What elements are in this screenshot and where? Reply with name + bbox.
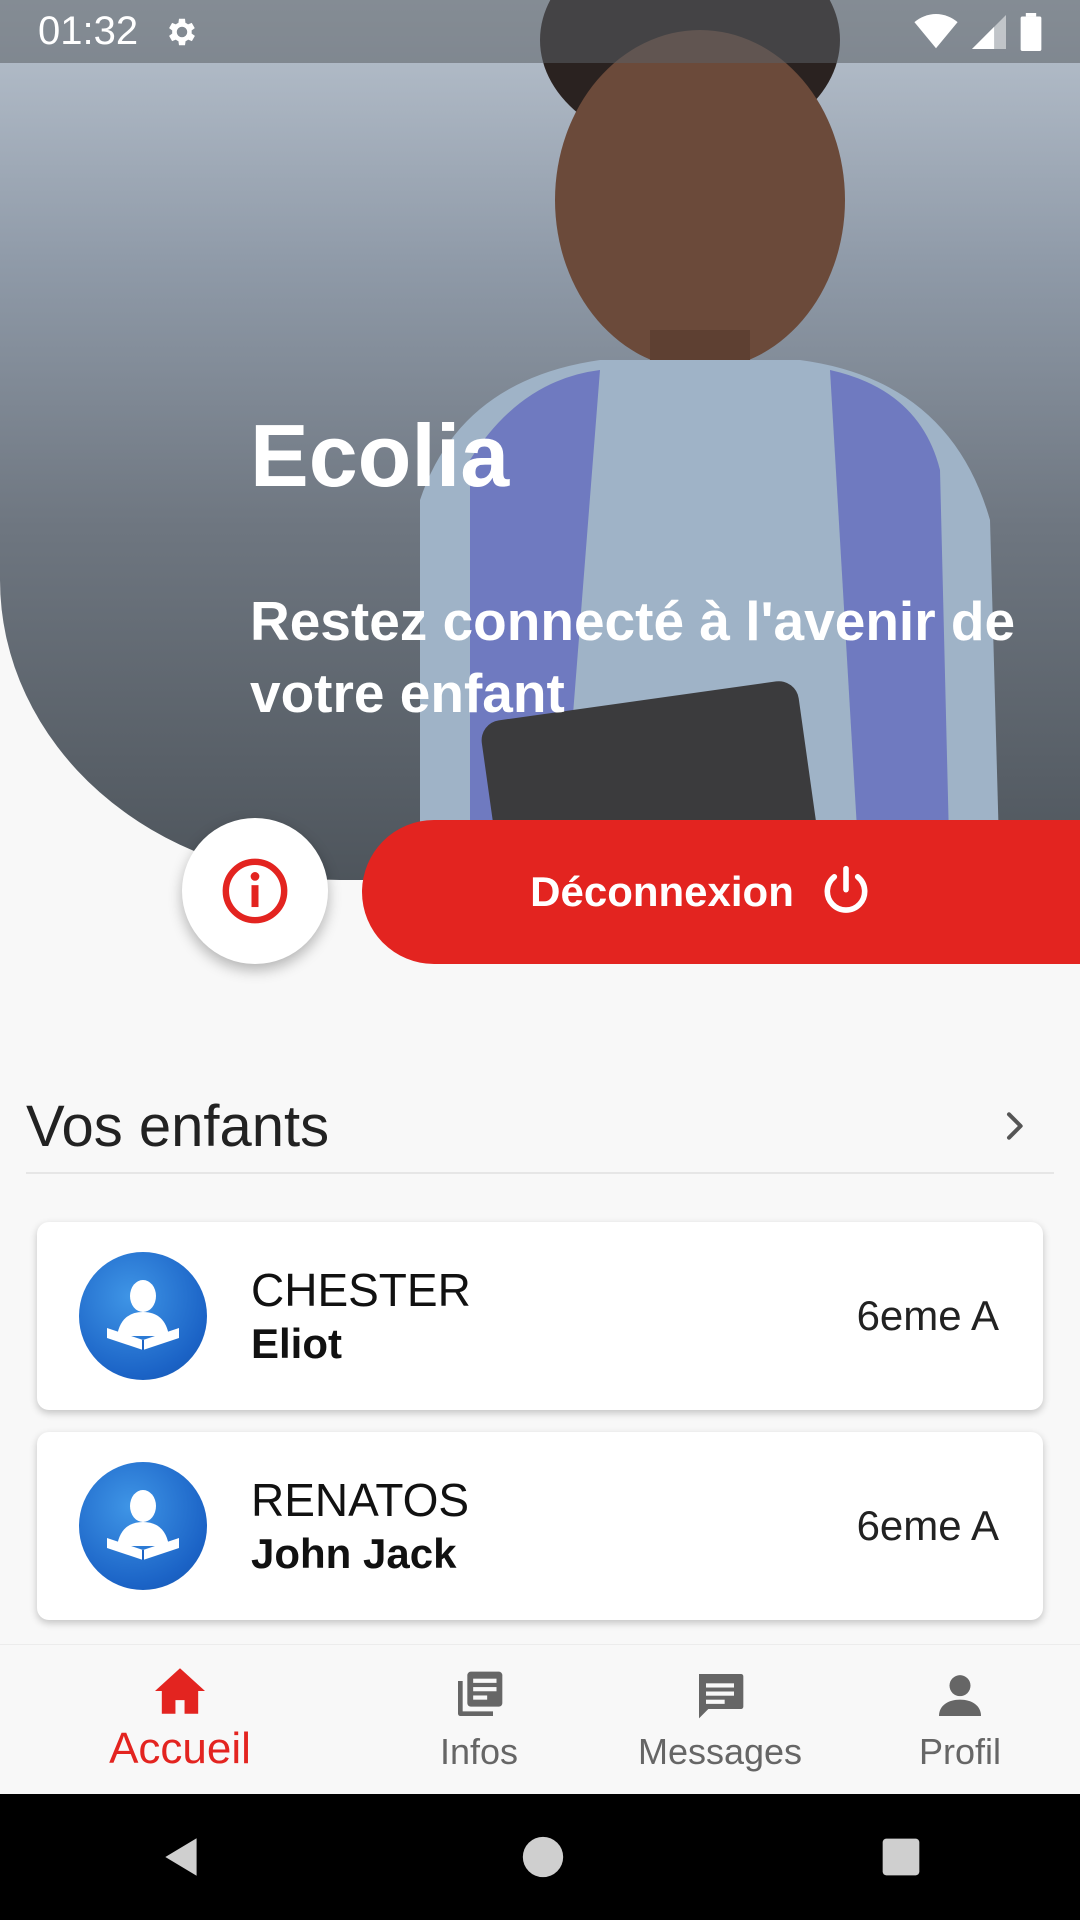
home-circle-icon[interactable] [521, 1835, 565, 1879]
home-icon [155, 1668, 205, 1714]
student-avatar-icon [79, 1462, 207, 1590]
news-icon [458, 1671, 503, 1716]
recents-icon[interactable] [879, 1835, 923, 1879]
nav-accueil[interactable]: Accueil [60, 1645, 300, 1795]
person-icon [939, 1675, 981, 1716]
hero-tagline: Restez connecté à l'avenir de votre enfa… [250, 590, 1016, 724]
hero-banner [0, 0, 1080, 880]
status-bar: 01:32 [0, 0, 1080, 63]
logout-label: Déconnexion [530, 868, 794, 915]
student-avatar-icon [79, 1252, 207, 1380]
nav-messages[interactable]: Messages [600, 1645, 840, 1795]
nav-infos[interactable]: Infos [359, 1645, 599, 1795]
child-class: 6eme A [856, 1292, 999, 1339]
nav-label: Accueil [109, 1724, 251, 1773]
bottom-navigation: Accueil Infos Messages Profil [0, 1644, 1080, 1795]
child-card-renatos[interactable]: RENATOS John Jack 6eme A [37, 1432, 1043, 1620]
status-time: 01:32 [38, 9, 139, 53]
child-first-name: John Jack [251, 1530, 457, 1577]
child-class: 6eme A [856, 1502, 999, 1549]
power-icon [824, 865, 868, 913]
system-navigation-bar [0, 1794, 1080, 1920]
back-icon[interactable] [157, 1832, 207, 1882]
app-title: Ecolia [250, 406, 510, 505]
child-first-name: Eliot [251, 1320, 342, 1367]
nav-label: Messages [637, 1731, 803, 1772]
nav-profil[interactable]: Profil [840, 1645, 1080, 1795]
children-section-header[interactable]: Vos enfants [26, 1080, 1054, 1174]
info-icon [222, 858, 288, 924]
chevron-right-icon[interactable] [994, 1106, 1034, 1146]
child-last-name: RENATOS [251, 1474, 470, 1526]
section-title: Vos enfants [26, 1093, 330, 1159]
signal-icon [972, 14, 1006, 49]
wifi-icon [914, 13, 958, 48]
settings-icon [169, 18, 196, 45]
logout-button[interactable]: Déconnexion [362, 820, 1080, 964]
hero-photo [420, 0, 1000, 880]
nav-label: Profil [918, 1731, 1002, 1772]
child-card-chester[interactable]: CHESTER Eliot 6eme A [37, 1222, 1043, 1410]
nav-label: Infos [439, 1731, 519, 1772]
child-last-name: CHESTER [251, 1264, 471, 1316]
chat-icon [699, 1674, 744, 1719]
battery-icon [1020, 12, 1042, 51]
info-button[interactable] [182, 818, 328, 964]
